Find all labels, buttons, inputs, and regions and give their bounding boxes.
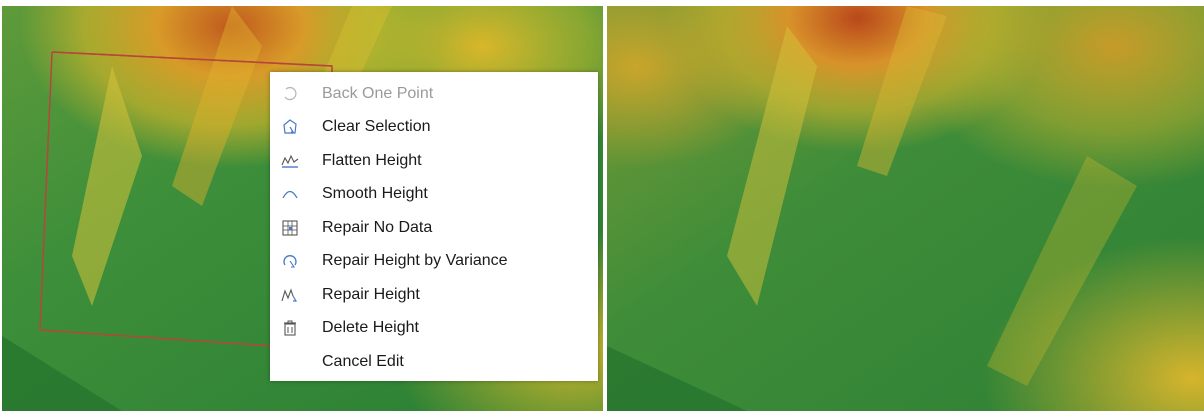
flatten-height-icon [278, 150, 302, 172]
menu-item-label: Repair No Data [322, 218, 433, 236]
menu-item-label: Flatten Height [322, 151, 422, 169]
repair-variance-icon [278, 250, 302, 272]
menu-item-label: Repair Height [322, 285, 420, 303]
menu-item-label: Repair Height by Variance [322, 252, 508, 270]
repair-height-icon [278, 284, 302, 306]
menu-item-delete-height[interactable]: Delete Height [270, 312, 598, 346]
menu-item-clear-selection[interactable]: Clear Selection [270, 111, 598, 145]
terrain-map-right[interactable] [607, 6, 1204, 411]
menu-item-label: Cancel Edit [322, 352, 404, 370]
menu-item-label: Clear Selection [322, 118, 431, 136]
menu-item-flatten-height[interactable]: Flatten Height [270, 144, 598, 178]
clear-selection-icon [278, 116, 302, 138]
menu-item-cancel-edit[interactable]: Cancel Edit [270, 345, 598, 379]
menu-item-label: Delete Height [322, 319, 419, 337]
menu-item-back-one-point[interactable]: Back One Point [270, 77, 598, 111]
menu-item-repair-no-data[interactable]: Repair No Data [270, 211, 598, 245]
menu-item-smooth-height[interactable]: Smooth Height [270, 178, 598, 212]
smooth-height-icon [278, 183, 302, 205]
menu-item-label: Back One Point [322, 84, 434, 102]
menu-item-repair-height[interactable]: Repair Height [270, 278, 598, 312]
context-menu: Back One Point Clear Selection Flatten H… [270, 72, 598, 381]
trash-icon [278, 317, 302, 339]
menu-item-label: Smooth Height [322, 185, 428, 203]
repair-no-data-icon [278, 217, 302, 239]
menu-item-repair-height-by-variance[interactable]: Repair Height by Variance [270, 245, 598, 279]
undo-arc-icon [278, 83, 302, 105]
